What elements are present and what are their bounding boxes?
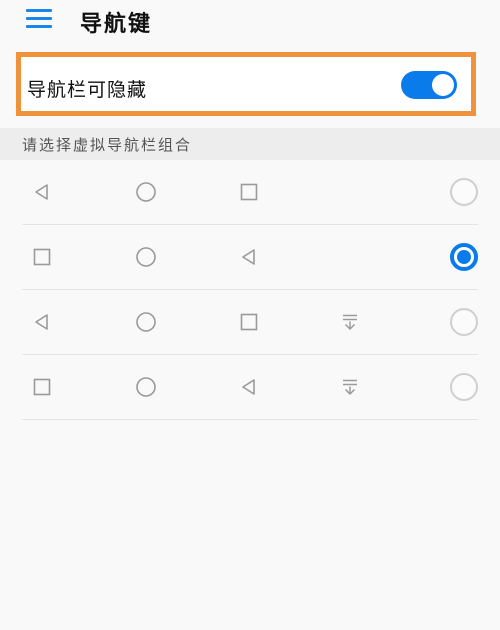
home-circle-icon <box>126 225 166 289</box>
back-triangle-icon <box>229 225 269 289</box>
recents-square-icon <box>22 355 62 419</box>
notification-pulldown-icon <box>330 355 370 419</box>
back-triangle-icon <box>22 290 62 354</box>
navbar-combination-list <box>0 160 500 420</box>
hide-navbar-switch[interactable] <box>401 71 457 99</box>
home-circle-icon <box>126 355 166 419</box>
app-header: 导航键 <box>0 0 500 42</box>
switch-knob <box>432 74 454 96</box>
navbar-option-2[interactable] <box>22 225 478 290</box>
home-circle-icon <box>126 160 166 224</box>
back-triangle-icon <box>229 355 269 419</box>
hamburger-menu-icon[interactable] <box>26 9 52 29</box>
back-triangle-icon <box>22 160 62 224</box>
navbar-option-1[interactable] <box>22 160 478 225</box>
option-radio-selected[interactable] <box>450 243 478 271</box>
notification-pulldown-icon <box>330 290 370 354</box>
option-radio[interactable] <box>450 178 478 206</box>
navbar-option-3[interactable] <box>22 290 478 355</box>
option-radio[interactable] <box>450 373 478 401</box>
section-label: 请选择虚拟导航栏组合 <box>22 136 193 154</box>
recents-square-icon <box>229 160 269 224</box>
option-radio[interactable] <box>450 308 478 336</box>
hide-navbar-setting[interactable]: 导航栏可隐藏 <box>16 52 476 116</box>
section-header: 请选择虚拟导航栏组合 <box>0 128 500 160</box>
hide-navbar-label: 导航栏可隐藏 <box>27 79 148 101</box>
recents-square-icon <box>22 225 62 289</box>
page-title: 导航键 <box>80 12 153 37</box>
navbar-option-4[interactable] <box>22 355 478 420</box>
recents-square-icon <box>229 290 269 354</box>
home-circle-icon <box>126 290 166 354</box>
